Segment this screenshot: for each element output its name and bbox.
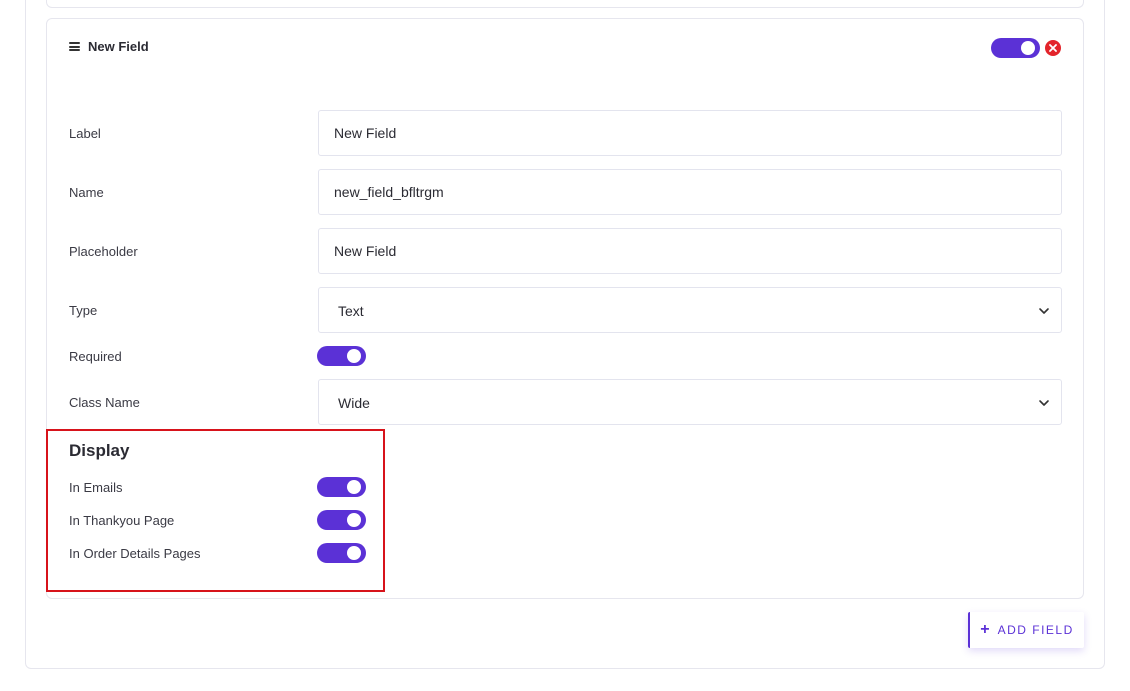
- display-section-title: Display: [69, 441, 130, 460]
- class-name-field-label: Class Name: [69, 395, 140, 410]
- type-select[interactable]: Text: [318, 287, 1062, 333]
- class-name-select[interactable]: Wide: [318, 379, 1062, 425]
- chevron-down-icon: [1039, 308, 1049, 314]
- field-enabled-toggle[interactable]: [991, 38, 1040, 58]
- placeholder-field-label: Placeholder: [69, 244, 138, 259]
- label-input[interactable]: [318, 110, 1062, 156]
- previous-field-card: [46, 0, 1084, 8]
- name-input[interactable]: [318, 169, 1062, 215]
- required-toggle[interactable]: [317, 346, 366, 366]
- chevron-down-icon: [1039, 400, 1049, 406]
- label-field-label: Label: [69, 126, 101, 141]
- type-field-label: Type: [69, 303, 98, 318]
- drag-handle-icon[interactable]: [69, 42, 80, 51]
- in-emails-label: In Emails: [69, 480, 123, 495]
- plus-icon: +: [980, 621, 990, 638]
- name-field-label: Name: [69, 185, 104, 200]
- type-select-value: Text: [338, 303, 364, 319]
- in-order-details-pages-toggle[interactable]: [317, 543, 366, 563]
- field-card-header[interactable]: New Field: [69, 39, 149, 54]
- add-field-button-label: ADD FIELD: [997, 623, 1074, 637]
- in-thankyou-page-toggle[interactable]: [317, 510, 366, 530]
- in-thankyou-page-label: In Thankyou Page: [69, 513, 175, 528]
- remove-field-icon[interactable]: [1045, 40, 1061, 56]
- in-order-details-pages-label: In Order Details Pages: [69, 546, 201, 561]
- required-field-label: Required: [69, 349, 122, 364]
- in-emails-toggle[interactable]: [317, 477, 366, 497]
- add-field-button[interactable]: + ADD FIELD: [968, 612, 1084, 648]
- field-title: New Field: [88, 39, 149, 54]
- class-name-select-value: Wide: [338, 395, 370, 411]
- placeholder-input[interactable]: [318, 228, 1062, 274]
